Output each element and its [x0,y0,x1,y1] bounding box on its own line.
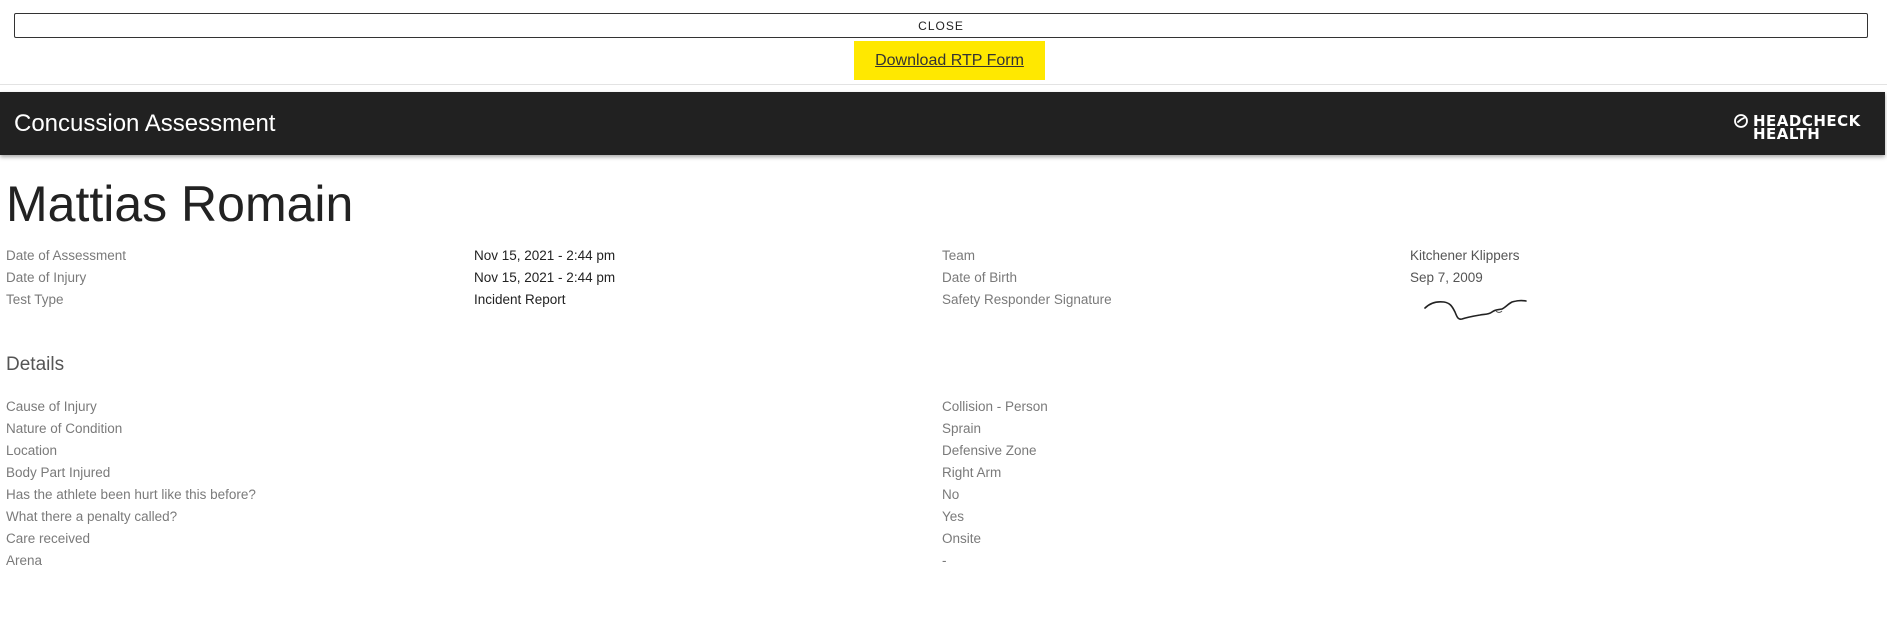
athlete-name: Mattias Romain [6,176,354,232]
detail-label: Nature of Condition [6,421,123,436]
detail-label: What there a penalty called? [6,509,178,524]
summary-label: Test Type [6,292,64,307]
gauge-icon [1734,114,1748,128]
download-rtp-form-link[interactable]: Download RTP Form [875,52,1024,70]
safety-responder-signature [1424,299,1527,320]
cause-of-injury-value: Collision - Person [942,399,1048,414]
logo-text-line2: HEALTH [1753,125,1821,143]
page-title: Concussion Assessment [14,110,276,137]
care-received-value: Onsite [942,531,982,546]
location-value: Defensive Zone [942,443,1037,458]
detail-label: Has the athlete been hurt like this befo… [6,487,256,502]
detail-label: Cause of Injury [6,399,97,414]
summary-label: Team [942,248,976,263]
summary-left-labels: Date of Assessment Date of Injury Test T… [6,245,126,311]
date-of-birth-value: Sep 7, 2009 [1410,270,1483,285]
body-part-injured-value: Right Arm [942,465,1002,480]
detail-label: Arena [6,553,43,568]
nature-of-condition-value: Sprain [942,421,982,436]
date-of-injury-value: Nov 15, 2021 - 2:44 pm [474,270,616,285]
detail-label: Body Part Injured [6,465,111,480]
rtp-form-highlight: Download RTP Form [854,41,1045,80]
summary-right-labels: Team Date of Birth Safety Responder Sign… [942,245,1112,311]
details-labels: Cause of Injury Nature of Condition Loca… [6,396,256,572]
summary-label: Date of Birth [942,270,1018,285]
app-header: Concussion Assessment HEADCHECK HEALTH [0,92,1885,155]
details-section-title: Details [6,354,65,375]
summary-label: Date of Injury [6,270,87,285]
headcheck-health-logo: HEADCHECK HEALTH [1733,112,1863,142]
hurt-before-value: No [942,487,960,502]
summary-label: Safety Responder Signature [942,292,1112,307]
close-button[interactable]: CLOSE [14,13,1868,38]
detail-label: Location [6,443,58,458]
top-action-bar: CLOSE Download RTP Form [0,0,1887,85]
detail-label: Care received [6,531,91,546]
details-values: Collision - Person Sprain Defensive Zone… [942,396,1048,572]
penalty-called-value: Yes [942,509,965,524]
summary-right-values: Kitchener Klippers Sep 7, 2009 [1410,245,1520,289]
test-type-value: Incident Report [474,292,566,307]
date-of-assessment-value: Nov 15, 2021 - 2:44 pm [474,248,616,263]
summary-label: Date of Assessment [6,248,127,263]
summary-left-values: Nov 15, 2021 - 2:44 pm Nov 15, 2021 - 2:… [474,245,615,311]
team-value: Kitchener Klippers [1410,248,1520,263]
arena-value: - [942,553,947,568]
